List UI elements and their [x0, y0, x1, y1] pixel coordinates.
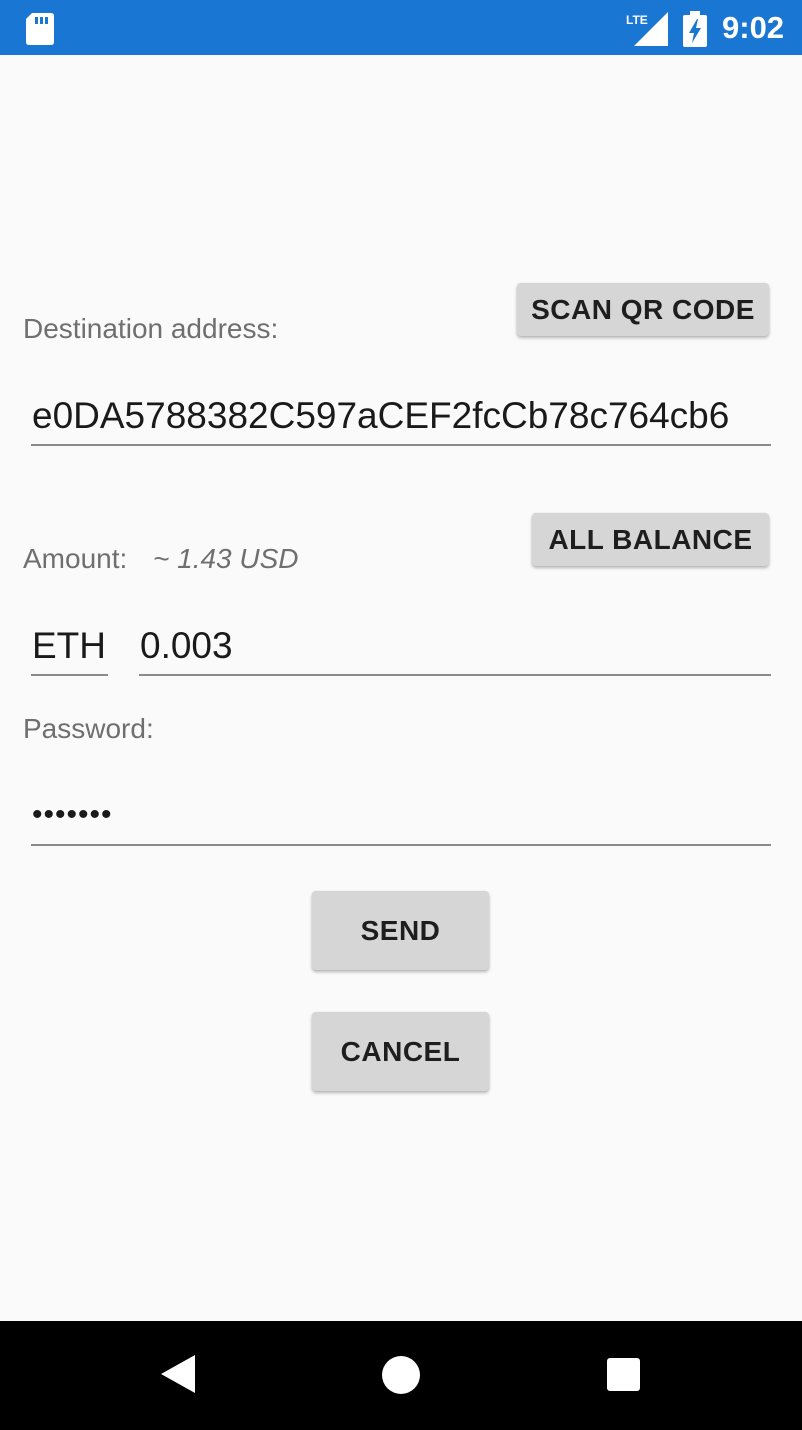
back-icon[interactable]: [161, 1355, 195, 1393]
status-clock: 9:02: [722, 10, 785, 45]
amount-input[interactable]: 0.003: [139, 614, 771, 676]
destination-address-input[interactable]: e0DA5788382C597aCEF2fcCb78c764cb6: [31, 385, 771, 446]
lte-label: LTE: [626, 13, 648, 27]
destination-address-label: Destination address:: [23, 313, 279, 344]
password-label: Password:: [23, 713, 154, 744]
password-value: •••••••: [32, 798, 113, 831]
lte-signal-icon: LTE: [626, 12, 668, 46]
home-icon[interactable]: [382, 1356, 420, 1394]
currency-selector[interactable]: ETH: [31, 614, 108, 676]
status-bar: LTE 9:02: [0, 0, 802, 55]
currency-value: ETH: [32, 625, 106, 666]
sd-card-icon: [26, 13, 54, 45]
destination-address-value: e0DA5788382C597aCEF2fcCb78c764cb6: [32, 395, 730, 436]
password-input[interactable]: •••••••: [31, 784, 771, 846]
scan-qr-code-button[interactable]: SCAN QR CODE: [517, 283, 769, 336]
battery-charging-icon: [683, 11, 707, 47]
send-screen: LTE 9:02 Destination address: SCAN QR CO…: [0, 0, 802, 1430]
recents-icon[interactable]: [607, 1358, 640, 1391]
all-balance-button[interactable]: ALL BALANCE: [532, 513, 769, 566]
amount-value: 0.003: [140, 625, 233, 666]
send-button[interactable]: SEND: [312, 891, 489, 970]
cancel-button[interactable]: CANCEL: [312, 1012, 489, 1091]
amount-label: Amount:: [23, 543, 128, 574]
usd-estimate: ~ 1.43 USD: [153, 543, 299, 574]
